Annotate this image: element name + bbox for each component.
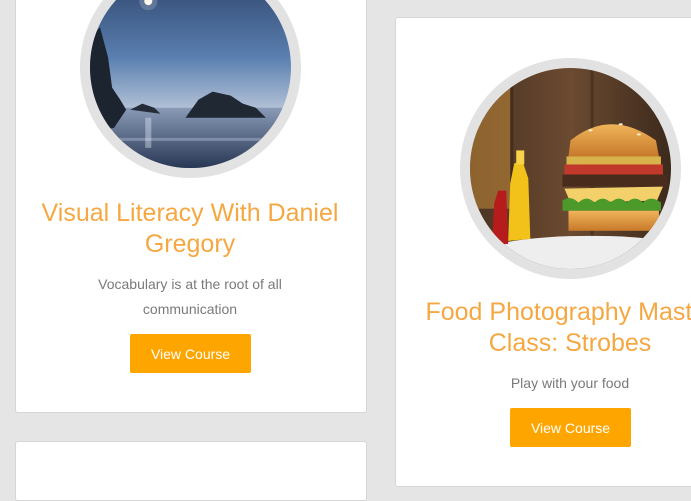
course-description: Vocabulary is at the root of all communi… [98,276,282,317]
course-title[interactable]: Visual Literacy With Daniel Gregory [30,198,350,260]
course-title[interactable]: Food Photography Master Class: Strobes [420,297,691,359]
seascape-moon-image [90,0,291,168]
view-course-button[interactable]: View Course [510,408,631,447]
view-course-button[interactable]: View Course [130,334,251,373]
course-description: Play with your food [510,375,630,391]
course-thumbnail[interactable] [460,58,681,279]
burger-image [470,68,671,269]
course-card [15,441,367,501]
